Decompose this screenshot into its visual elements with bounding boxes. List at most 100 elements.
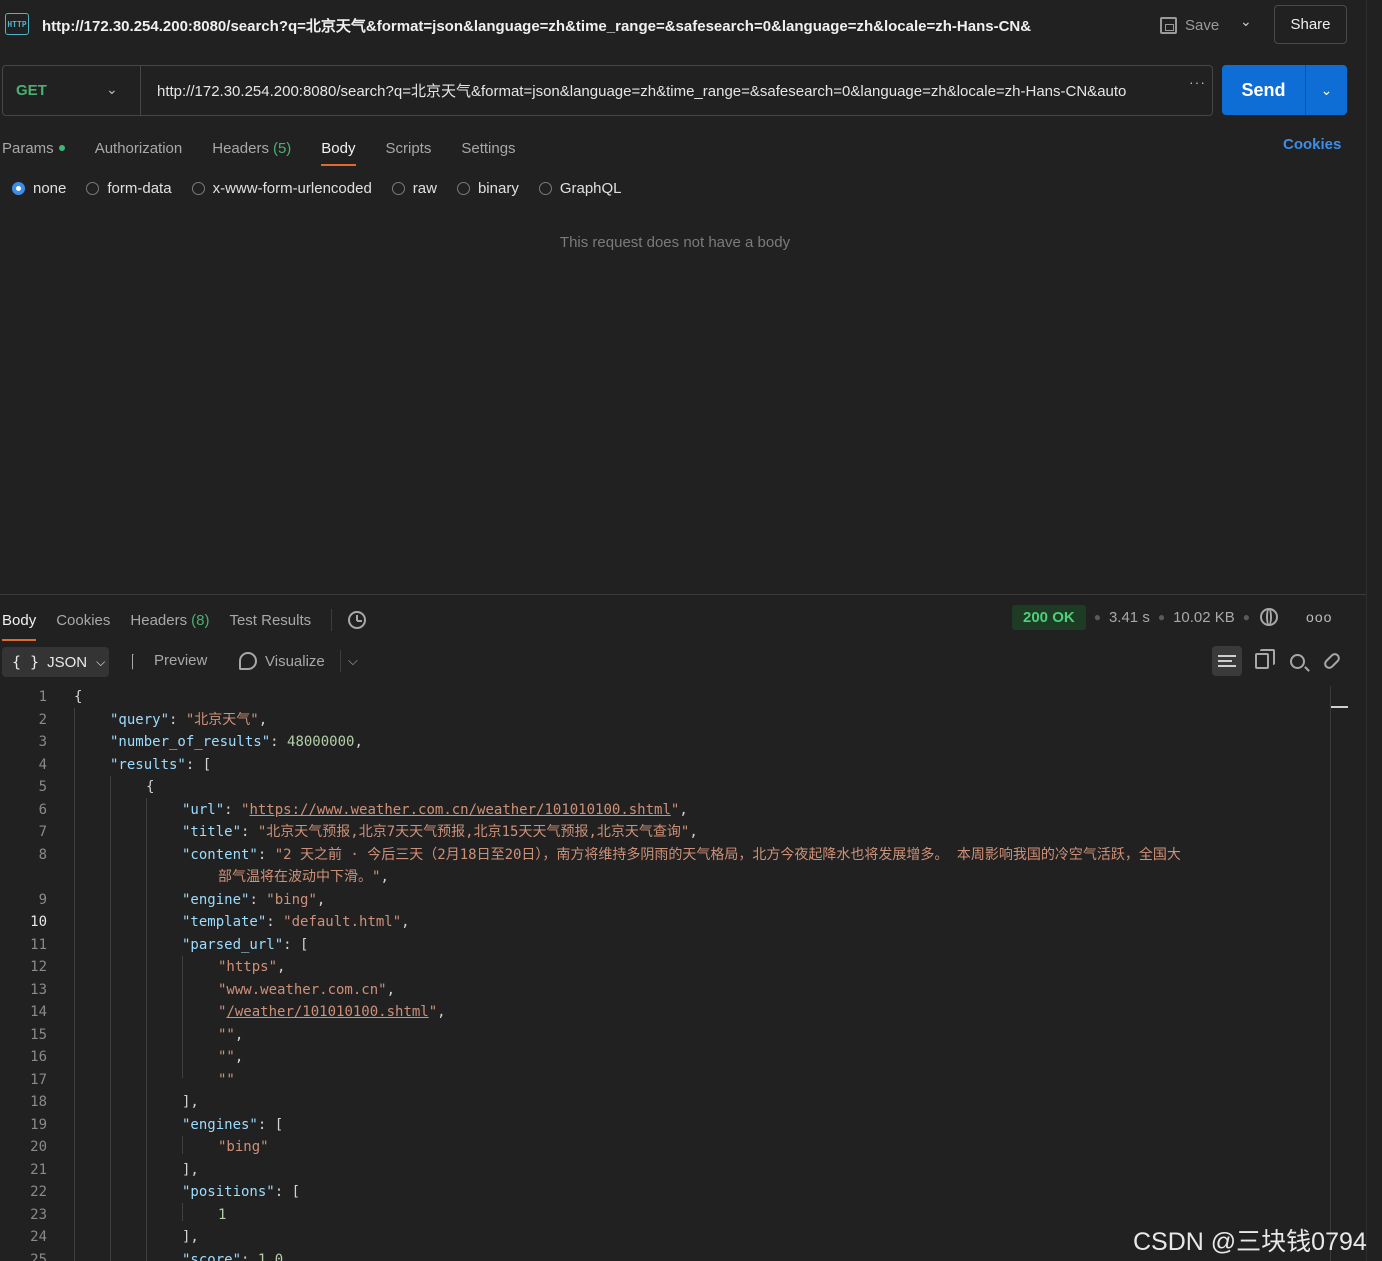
indent-guide	[182, 1203, 183, 1221]
wrap-lines-button[interactable]	[1212, 646, 1242, 676]
tab-params[interactable]: Params	[2, 133, 65, 163]
line-number: 21	[30, 1161, 47, 1178]
link-button[interactable]	[1317, 646, 1347, 676]
response-tab-test-results[interactable]: Test Results	[229, 605, 311, 635]
method-label: GET	[16, 82, 47, 99]
radio-graphql[interactable]: GraphQL	[538, 180, 622, 197]
code-text: "query": "北京天气",	[110, 709, 267, 731]
copy-button[interactable]	[1247, 646, 1277, 676]
url-more-icon[interactable]: ···	[1189, 74, 1206, 90]
save-options-chevron-down-icon[interactable]: ⌄	[1240, 13, 1252, 30]
radio-form-data[interactable]: form-data	[86, 180, 172, 197]
response-tools	[1212, 646, 1352, 676]
radio-raw[interactable]: raw	[391, 180, 437, 197]
response-status: 200 OK ● 3.41 s ● 10.02 KB ● ooo	[1012, 604, 1332, 630]
status-badge[interactable]: 200 OK	[1012, 604, 1086, 630]
json-key: "url"	[182, 801, 225, 818]
share-button[interactable]: Share	[1274, 5, 1347, 44]
tab-settings[interactable]: Settings	[461, 133, 515, 163]
globe-icon[interactable]	[1260, 608, 1279, 626]
send-button[interactable]: Send	[1222, 65, 1306, 115]
url-input[interactable]: http://172.30.254.200:8080/search?q=北京天气…	[157, 80, 1187, 101]
search-button[interactable]	[1282, 646, 1312, 676]
code-text: "parsed_url": [	[182, 934, 308, 956]
send-button-group: Send ⌄	[1222, 65, 1347, 115]
json-punct: : [	[185, 756, 212, 773]
radio-x-www-form-urlencoded[interactable]: x-www-form-urlencoded	[191, 180, 372, 197]
line-number: 17	[30, 1071, 47, 1088]
tab-label: Cookies	[56, 611, 111, 629]
visualize-label: Visualize	[265, 652, 325, 670]
pane-divider[interactable]	[0, 594, 1366, 595]
play-icon	[132, 654, 143, 668]
line-number: 1	[38, 689, 47, 705]
code-text: "positions": [	[182, 1181, 300, 1203]
json-number: 1.0	[257, 1251, 284, 1261]
response-tab-headers[interactable]: Headers (8)	[130, 605, 209, 635]
json-key: "title"	[182, 824, 242, 840]
right-edge-line	[1366, 0, 1367, 1261]
title-bar: HTTP http://172.30.254.200:8080/search?q…	[0, 0, 1382, 50]
json-string: "https"	[218, 959, 278, 975]
send-options-chevron-down-icon[interactable]: ⌄	[1306, 65, 1347, 115]
response-time[interactable]: 3.41 s	[1109, 609, 1150, 626]
save-button[interactable]: Save	[1160, 12, 1219, 38]
radio-circle	[12, 182, 25, 195]
json-string: "北京天气"	[185, 711, 259, 728]
more-options-icon[interactable]: ooo	[1306, 609, 1332, 625]
tab-scripts[interactable]: Scripts	[386, 133, 432, 163]
radio-circle	[538, 182, 552, 195]
radio-none[interactable]: none	[12, 180, 66, 197]
tab-label: Headers	[130, 611, 188, 629]
method-select[interactable]: GET ⌄	[3, 66, 141, 115]
code-text: "template": "default.html",	[182, 911, 410, 933]
line-number: 25	[30, 1251, 47, 1261]
body-type-radios: none form-data x-www-form-urlencoded raw bin…	[12, 180, 642, 197]
json-punct: ,	[234, 1026, 244, 1043]
line-number: 16	[30, 1049, 47, 1065]
visualize-button[interactable]: Visualize	[239, 652, 325, 670]
code-text: "https",	[218, 956, 285, 978]
request-title[interactable]: http://172.30.254.200:8080/search?q=北京天气…	[42, 15, 1031, 36]
json-link[interactable]: /weather/101010100.shtml	[226, 1004, 428, 1020]
cookies-link[interactable]: Cookies	[1283, 136, 1341, 153]
tab-label: Params	[2, 139, 54, 157]
tab-separator	[331, 609, 333, 631]
editor-scrollbar-thumb[interactable]	[1331, 706, 1348, 708]
line-number: 24	[30, 1229, 47, 1245]
tab-label: Settings	[461, 139, 516, 157]
json-punct: :	[169, 711, 186, 728]
json-string: ""	[218, 1049, 235, 1065]
tab-body[interactable]: Body	[321, 133, 356, 166]
preview-button[interactable]: Preview	[132, 652, 207, 669]
json-number: 48000000	[287, 734, 355, 750]
tab-headers[interactable]: Headers (5)	[212, 133, 291, 163]
radio-label: form-data	[107, 180, 172, 197]
json-punct: ,	[380, 869, 389, 885]
json-key: "positions"	[182, 1184, 275, 1200]
line-number: 12	[30, 959, 47, 975]
response-tab-cookies[interactable]: Cookies	[56, 605, 110, 635]
line-number: 19	[30, 1116, 47, 1133]
json-punct: {	[146, 779, 155, 795]
visualize-icon	[239, 652, 257, 670]
indent-guide	[110, 776, 111, 1261]
response-body-editor[interactable]: 1 {2 "query": "北京天气", 3 "number_of_results":…	[0, 686, 1330, 1261]
json-link[interactable]: https://www.weather.com.cn/weather/10101…	[249, 802, 670, 818]
link-icon	[1322, 651, 1342, 671]
chevron-down-icon: ⌵	[96, 654, 106, 669]
visualize-chevron-down-icon[interactable]: ⌵	[348, 653, 358, 669]
response-tab-body[interactable]: Body	[2, 605, 37, 641]
watermark: CSDN @三块钱0794	[1133, 1228, 1367, 1256]
response-size[interactable]: 10.02 KB	[1173, 609, 1235, 626]
tab-authorization[interactable]: Authorization	[95, 133, 183, 163]
editor-scrollbar-track[interactable]	[1330, 686, 1331, 1261]
history-icon[interactable]	[348, 611, 367, 629]
response-format-select[interactable]: { } JSON ⌵	[2, 647, 109, 677]
radio-binary[interactable]: binary	[456, 180, 519, 197]
json-key: "content"	[182, 846, 258, 863]
tab-label: Headers	[212, 139, 269, 157]
code-text: "content": "2 天之前 · 今后三天（2月18日至20日），南方将维…	[182, 844, 1181, 866]
line-number: 14	[30, 1004, 47, 1020]
json-string: "www.weather.com.cn"	[218, 981, 387, 998]
